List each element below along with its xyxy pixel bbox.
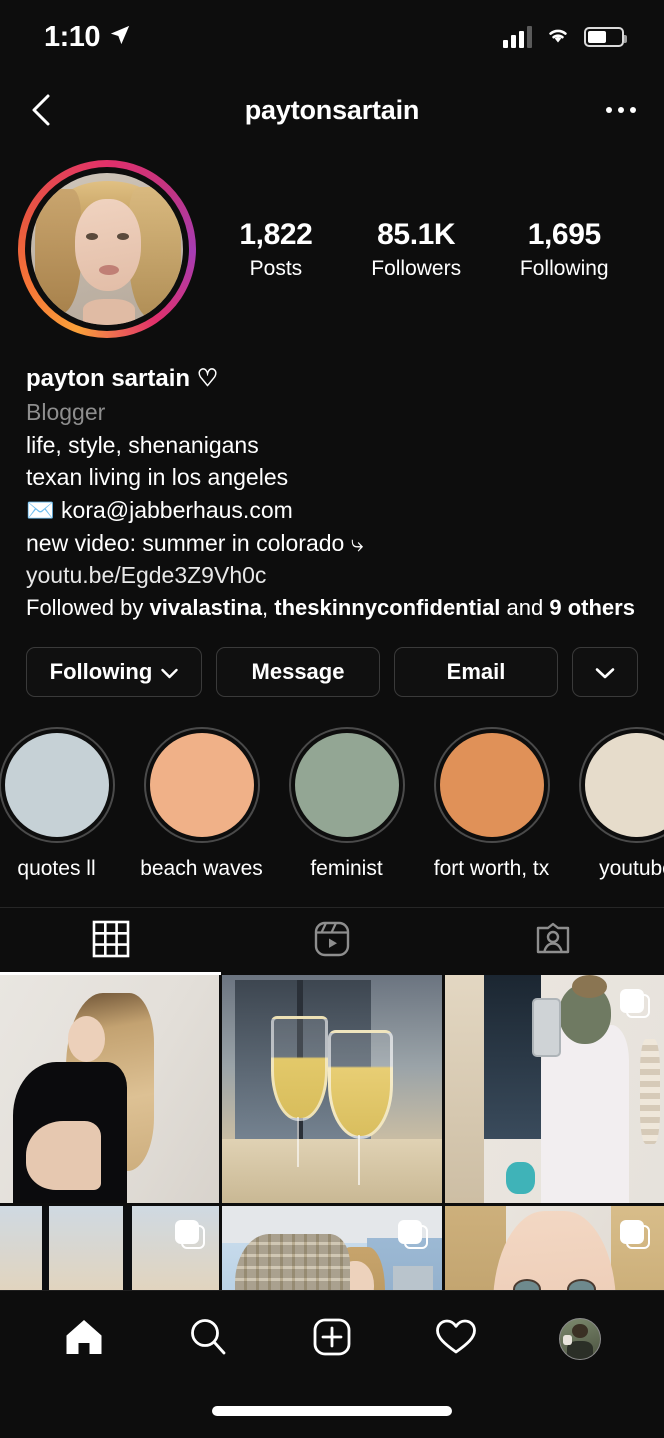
highlight-ring <box>433 727 550 844</box>
create-nav-item[interactable] <box>302 1309 362 1369</box>
highlight-ring <box>578 727 664 844</box>
status-time: 1:10 <box>44 20 101 53</box>
message-button-label: Message <box>251 659 345 685</box>
stat-following[interactable]: 1,695 Following <box>520 217 609 281</box>
email-button[interactable]: Email <box>394 647 558 698</box>
following-label: Following <box>519 257 609 280</box>
bio-link[interactable]: youtu.be/Egde3Z9Vh0c <box>26 559 638 592</box>
highlight-ring <box>288 727 405 844</box>
highlight-quotes[interactable]: quotes ll <box>0 727 129 881</box>
status-bar-left: 1:10 <box>44 21 131 54</box>
followed-by-name-2[interactable]: theskinnyconfidential <box>274 595 500 620</box>
location-arrow-icon <box>109 24 131 51</box>
status-bar: 1:10 <box>0 0 664 74</box>
highlight-cover <box>294 733 399 838</box>
email-button-label: Email <box>446 659 506 685</box>
tagged-tab[interactable] <box>443 908 664 975</box>
battery-icon <box>584 27 627 47</box>
ellipsis-icon[interactable] <box>606 107 636 113</box>
avatar-inner <box>25 167 189 331</box>
highlight-label: beach waves <box>140 857 263 881</box>
page-title: paytonsartain <box>244 94 420 125</box>
profile-nav-item[interactable] <box>550 1309 610 1369</box>
story-highlights: quotes ll beach waves feminist fort wort… <box>0 697 664 881</box>
profile-category: Blogger <box>26 399 106 426</box>
highlight-youtube[interactable]: youtube <box>564 727 664 881</box>
more-options-button[interactable] <box>572 647 638 698</box>
reels-tab[interactable] <box>221 908 442 975</box>
highlight-cover <box>149 733 254 838</box>
posts-count: 1,822 <box>239 218 313 251</box>
profile-tabs <box>0 907 664 976</box>
tagged-person-icon <box>534 920 572 963</box>
reels-icon <box>313 920 351 963</box>
profile-bio: payton sartain ♡ Blogger life, style, sh… <box>0 338 664 623</box>
carousel-icon <box>619 989 650 1019</box>
highlight-ring <box>0 727 115 844</box>
posts-label: Posts <box>249 257 303 280</box>
highlight-cover <box>4 733 109 838</box>
chevron-down-icon <box>595 659 615 685</box>
highlight-label: youtube <box>599 857 664 881</box>
chevron-down-icon <box>161 659 179 685</box>
bio-video-line: new video: summer in colorado ⤷ <box>26 529 364 556</box>
avatar[interactable] <box>18 160 196 338</box>
followed-by-others[interactable]: 9 others <box>549 595 635 620</box>
highlight-label: fort worth, tx <box>433 857 550 881</box>
bottom-navigation <box>0 1290 664 1438</box>
highlight-feminist[interactable]: feminist <box>274 727 419 881</box>
bottom-nav-row <box>0 1291 664 1387</box>
profile-stats: 1,822 Posts 85.1K Followers 1,695 Follow… <box>196 217 638 281</box>
status-bar-right <box>503 25 627 50</box>
carousel-icon <box>175 1220 206 1250</box>
stat-followers[interactable]: 85.1K Followers <box>371 217 461 281</box>
grid-icon <box>92 920 130 963</box>
home-icon <box>63 1317 105 1362</box>
carousel-icon <box>619 1220 650 1250</box>
stat-posts[interactable]: 1,822 Posts <box>239 217 312 281</box>
bio-email-line: ✉️ kora@jabberhaus.com <box>26 497 293 524</box>
highlight-cover <box>439 733 544 838</box>
plus-square-icon <box>312 1317 352 1362</box>
home-nav-item[interactable] <box>54 1309 114 1369</box>
grid-tab[interactable] <box>0 908 222 976</box>
profile-summary: 1,822 Posts 85.1K Followers 1,695 Follow… <box>0 146 664 338</box>
home-indicator <box>212 1406 452 1416</box>
grid-post[interactable] <box>444 975 664 1204</box>
followed-by-name-1[interactable]: vivalastina <box>150 595 263 620</box>
profile-actions: Following Message Email <box>0 623 664 698</box>
following-count: 1,695 <box>527 218 601 251</box>
message-button[interactable]: Message <box>216 647 380 698</box>
following-button-label: Following <box>49 659 153 685</box>
followers-count: 85.1K <box>377 218 456 251</box>
highlight-fort-worth[interactable]: fort worth, tx <box>419 727 564 881</box>
followers-label: Followers <box>371 257 462 280</box>
highlight-cover <box>584 733 664 838</box>
highlight-beach-waves[interactable]: beach waves <box>129 727 274 881</box>
followed-by: Followed by vivalastina, theskinnyconfid… <box>26 595 635 621</box>
grid-post[interactable] <box>0 975 220 1204</box>
profile-avatar-icon <box>559 1318 601 1360</box>
profile-header: paytonsartain <box>0 74 664 146</box>
search-nav-item[interactable] <box>178 1309 238 1369</box>
bio-line-2: texan living in los angeles <box>26 464 289 491</box>
following-button[interactable]: Following <box>26 647 202 698</box>
back-chevron-icon[interactable] <box>24 93 58 127</box>
heart-icon <box>434 1317 478 1362</box>
cellular-bars-icon <box>503 26 532 48</box>
bio-line-1: life, style, shenanigans <box>26 431 259 458</box>
followed-by-and: and <box>500 595 550 621</box>
display-name: payton sartain ♡ <box>26 365 219 392</box>
highlight-label: quotes ll <box>17 857 96 881</box>
avatar-photo <box>31 173 183 325</box>
carousel-icon <box>397 1220 428 1250</box>
activity-nav-item[interactable] <box>426 1309 486 1369</box>
highlight-ring <box>143 727 260 844</box>
highlight-label: feminist <box>310 857 383 881</box>
search-icon <box>187 1316 229 1363</box>
wifi-icon <box>544 25 572 50</box>
followed-by-prefix: Followed by <box>26 595 150 621</box>
grid-post[interactable] <box>222 975 442 1204</box>
